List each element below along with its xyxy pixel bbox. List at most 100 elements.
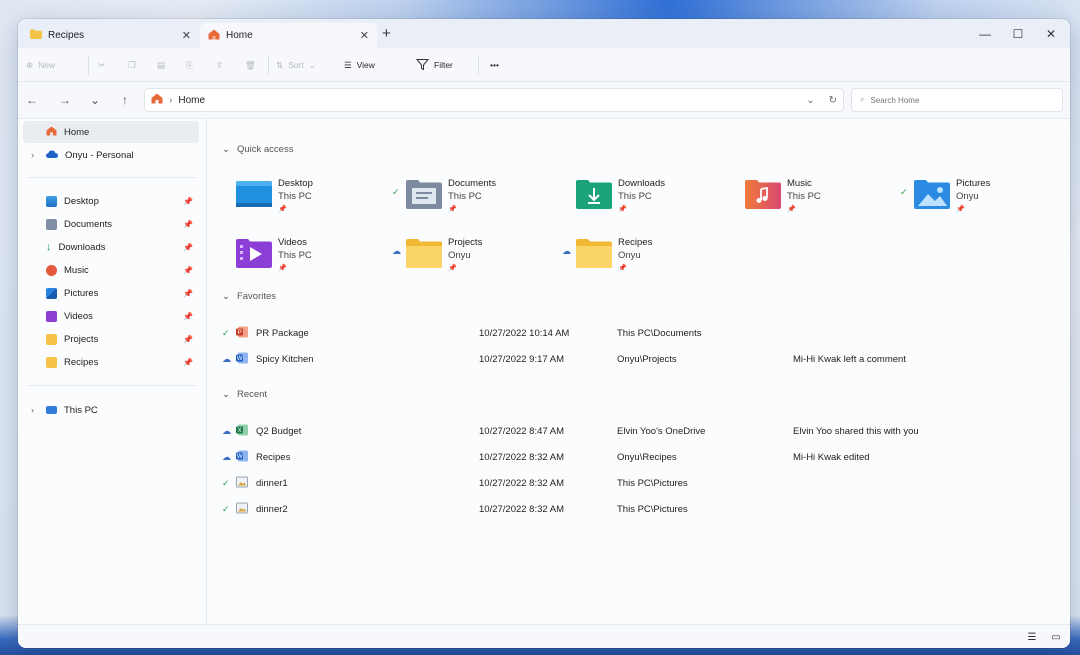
tab-recipes[interactable]: Recipes ✕	[22, 23, 199, 48]
sidebar-item-music[interactable]: Music 📌	[23, 259, 199, 281]
chevron-right-icon[interactable]: ›	[31, 150, 34, 160]
recent-row[interactable]: ☁ W Recipes 10/27/2022 8:32 AM Onyu\Reci…	[222, 445, 1062, 469]
recent-header[interactable]: ⌄ Recent	[222, 389, 267, 400]
scissors-icon: ✂	[98, 59, 106, 70]
sidebar-item-label: Downloads	[58, 241, 106, 253]
filter-button[interactable]: Filter	[415, 48, 453, 82]
close-window-button[interactable]: ✕	[1034, 23, 1068, 45]
recent-row[interactable]: ✓ dinner1 10/27/2022 8:32 AM This PC\Pic…	[222, 471, 1062, 495]
pin-icon[interactable]: 📌	[183, 197, 193, 206]
pin-icon[interactable]: 📌	[183, 266, 193, 275]
new-tab-button[interactable]: +	[382, 25, 391, 42]
view-button[interactable]: ☰ View	[344, 48, 375, 82]
quick-access-item-downloads[interactable]: Downloads This PC 📌	[576, 173, 736, 219]
music-folder-icon	[745, 179, 781, 209]
sidebar-item-desktop[interactable]: Desktop 📌	[23, 190, 199, 212]
chevron-down-icon[interactable]: ⌄	[806, 95, 814, 106]
pictures-folder-icon	[914, 179, 950, 209]
desktop-icon	[46, 195, 57, 207]
chevron-down-icon: ⌄	[222, 144, 230, 155]
view-icon: ☰	[344, 59, 352, 70]
share-button[interactable]: ⇪	[216, 48, 223, 82]
pin-icon[interactable]: 📌	[183, 358, 193, 367]
breadcrumb-home[interactable]: Home	[178, 95, 205, 106]
filter-icon	[415, 58, 430, 73]
quick-access-item-recipes[interactable]: ☁ Recipes Onyu 📌	[562, 232, 736, 278]
details-view-icon[interactable]: ☰	[1025, 631, 1039, 643]
paste-button[interactable]: ▤	[157, 48, 165, 82]
favorites-header[interactable]: ⌄ Favorites	[222, 291, 276, 302]
close-tab-icon[interactable]: ✕	[360, 29, 369, 42]
new-button[interactable]: ⊕ New	[26, 48, 55, 82]
quick-access-item-music[interactable]: Music This PC 📌	[745, 173, 905, 219]
address-bar[interactable]: › Home ⌄ ↻	[144, 88, 844, 112]
sidebar-item-label: Documents	[64, 218, 113, 230]
cloud-icon: ☁	[392, 246, 401, 256]
item-name: Downloads	[618, 178, 665, 189]
minimize-button[interactable]: —	[968, 23, 1002, 45]
rename-button[interactable]: ⎘	[186, 48, 193, 82]
tiles-view-icon[interactable]: ▭	[1049, 631, 1063, 643]
delete-button[interactable]: 🗑	[245, 48, 256, 82]
sidebar-item-label: Home	[64, 126, 90, 138]
sidebar-item-pictures[interactable]: Pictures 📌	[23, 282, 199, 304]
file-date: 10/27/2022 9:17 AM	[479, 353, 565, 365]
forward-button[interactable]: →	[56, 91, 74, 109]
cloud-icon: ☁	[222, 451, 231, 462]
sidebar-item-recipes[interactable]: Recipes 📌	[23, 351, 199, 373]
quick-access-item-documents[interactable]: ✓ Documents This PC 📌	[392, 173, 566, 219]
sidebar-item-documents[interactable]: Documents 📌	[23, 213, 199, 235]
sidebar-item-label: Desktop	[64, 195, 99, 207]
quick-access-item-videos[interactable]: Videos This PC 📌	[236, 232, 396, 278]
sidebar-item-videos[interactable]: Videos 📌	[23, 305, 199, 327]
cut-button[interactable]: ✂	[98, 48, 105, 82]
pin-icon[interactable]: 📌	[183, 335, 193, 344]
more-options-button[interactable]: •••	[490, 48, 499, 82]
folder-icon	[30, 29, 42, 42]
tab-home[interactable]: Home ✕	[200, 23, 377, 48]
maximize-button[interactable]: ☐	[1001, 23, 1035, 45]
quick-access-item-projects[interactable]: ☁ Projects Onyu 📌	[392, 232, 566, 278]
recent-locations-button[interactable]: ⌄	[86, 91, 104, 109]
back-button[interactable]: ←	[23, 91, 41, 109]
favorite-row[interactable]: ☁ W Spicy Kitchen 10/27/2022 9:17 AM Ony…	[222, 347, 1062, 371]
sidebar-item-projects[interactable]: Projects 📌	[23, 328, 199, 350]
sidebar-item-home[interactable]: Home	[23, 121, 199, 143]
pin-icon[interactable]: 📌	[183, 243, 193, 252]
quick-access-header[interactable]: ⌄ Quick access	[222, 144, 293, 155]
pin-icon: 📌	[278, 265, 287, 272]
sidebar-item-onedrive[interactable]: › Onyu - Personal	[23, 144, 199, 166]
sidebar-item-label: Music	[64, 264, 89, 276]
word-icon: W	[236, 450, 252, 465]
recent-row[interactable]: ☁ X Q2 Budget 10/27/2022 8:47 AM Elvin Y…	[222, 419, 1062, 443]
chevron-right-icon[interactable]: ›	[31, 405, 34, 415]
pin-icon: 📌	[787, 206, 796, 213]
chevron-down-icon: ⌄	[222, 389, 230, 400]
favorite-row[interactable]: ✓ P PR Package 10/27/2022 10:14 AM This …	[222, 321, 1062, 345]
file-name: dinner2	[256, 503, 288, 515]
quick-access-item-pictures[interactable]: ✓ Pictures Onyu 📌	[900, 173, 1070, 219]
pin-icon[interactable]: 📌	[183, 220, 193, 229]
sidebar-item-this-pc[interactable]: › This PC	[23, 399, 199, 421]
image-file-icon	[236, 476, 252, 491]
home-icon	[208, 29, 220, 43]
file-name: dinner1	[256, 477, 288, 489]
copy-button[interactable]: ❐	[128, 48, 136, 82]
close-tab-icon[interactable]: ✕	[182, 29, 191, 42]
sort-button[interactable]: ⇅ Sort ⌄	[276, 48, 316, 82]
file-location: Onyu\Projects	[617, 353, 677, 365]
search-box[interactable]: ⌕	[851, 88, 1063, 112]
quick-access-item-desktop[interactable]: Desktop This PC 📌	[236, 173, 396, 219]
file-date: 10/27/2022 8:32 AM	[479, 477, 565, 489]
pin-icon[interactable]: 📌	[183, 312, 193, 321]
cloud-icon: ☁	[222, 353, 231, 364]
sidebar-item-downloads[interactable]: ↓ Downloads 📌	[23, 236, 199, 258]
chevron-down-icon: ⌄	[222, 291, 230, 302]
up-button[interactable]: ↑	[116, 91, 134, 109]
search-input[interactable]	[870, 95, 1041, 105]
recent-row[interactable]: ✓ dinner2 10/27/2022 8:32 AM This PC\Pic…	[222, 497, 1062, 521]
pin-icon[interactable]: 📌	[183, 289, 193, 298]
refresh-icon[interactable]: ↻	[829, 95, 837, 106]
computer-icon	[46, 406, 57, 414]
sidebar-divider	[28, 385, 196, 386]
